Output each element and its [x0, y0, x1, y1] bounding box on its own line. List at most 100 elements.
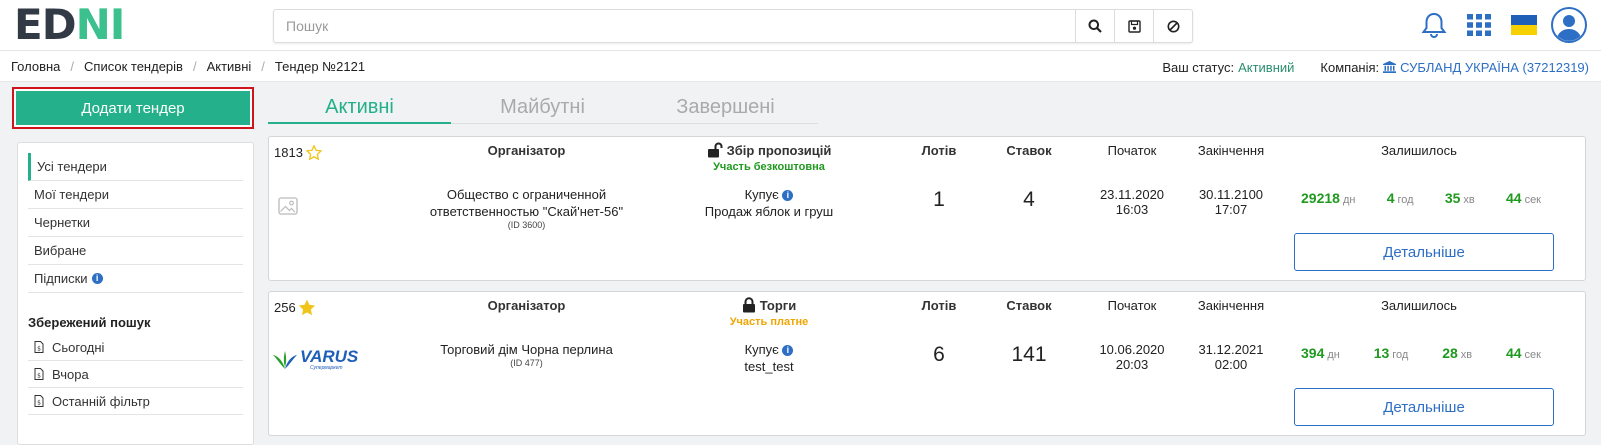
- countdown-hours-unit: год: [1392, 349, 1409, 361]
- add-tender-button[interactable]: Додати тендер: [16, 91, 250, 125]
- brand-name: VARUS: [300, 347, 359, 366]
- organizer-name-line1: Общество с ограниченной: [446, 187, 607, 202]
- varus-logo: VARUS Супермаркет: [273, 347, 365, 373]
- save-search-button[interactable]: [1114, 10, 1153, 42]
- stage-label: Торги: [759, 297, 797, 313]
- sidebar-item-subscriptions[interactable]: Підписки i: [28, 265, 243, 293]
- tab-completed[interactable]: Завершені: [634, 94, 817, 124]
- clear-search-button[interactable]: [1153, 10, 1192, 42]
- organizer-id: (ID 477): [510, 358, 543, 368]
- tab-upcoming[interactable]: Майбутні: [451, 94, 634, 124]
- role-label: Купує: [744, 342, 779, 357]
- sidebar: Усі тендери Мої тендери Чернетки Вибране…: [17, 142, 254, 445]
- sidebar-item-label: Підписки: [34, 270, 88, 286]
- image-placeholder-icon: [278, 197, 298, 215]
- logo-text-ed: ED: [14, 0, 77, 49]
- saved-search-yesterday[interactable]: $ Вчора: [28, 361, 243, 388]
- sidebar-item-label: Усі тендери: [37, 158, 107, 174]
- notifications-button[interactable]: [1411, 6, 1456, 44]
- profile-button[interactable]: [1546, 6, 1591, 44]
- breadcrumb-home[interactable]: Головна: [11, 59, 60, 74]
- subject-block: Купує i test_test: [684, 341, 854, 375]
- tab-active[interactable]: Активні: [268, 94, 451, 124]
- info-icon[interactable]: i: [782, 345, 794, 357]
- organizer-image-placeholder: [278, 197, 298, 218]
- breadcrumb: Головна / Список тендерів / Активні / Те…: [0, 59, 365, 74]
- status-value: Активний: [1238, 59, 1295, 75]
- star-filled-icon[interactable]: [298, 300, 315, 315]
- search-bar: [273, 9, 1193, 43]
- countdown: 29218 дн 4 год 35 хв 44 сек: [1301, 190, 1541, 206]
- saved-search-heading: Збережений пошук: [28, 315, 151, 330]
- organizer-header: Організатор: [487, 143, 566, 158]
- document-icon: $: [34, 395, 44, 407]
- organizer-id: (ID 3600): [507, 220, 546, 230]
- saved-search-label: Сьогодні: [52, 339, 105, 355]
- document-icon: $: [34, 368, 44, 380]
- stage-block: Збір пропозицій Участь безкоштовна: [684, 142, 854, 173]
- breadcrumb-active[interactable]: Активні: [207, 59, 252, 74]
- countdown-minutes-unit: хв: [1460, 349, 1473, 361]
- language-button[interactable]: [1501, 6, 1546, 44]
- countdown-seconds: 44: [1505, 190, 1522, 206]
- start-header: Початок: [1107, 143, 1157, 158]
- document-icon: $: [34, 341, 44, 353]
- saved-search-today[interactable]: $ Сьогодні: [28, 334, 243, 361]
- countdown-minutes-unit: хв: [1463, 194, 1475, 206]
- tender-id-block: 1813: [274, 144, 322, 161]
- organizer-block: Торговий дім Чорна перлина (ID 477): [419, 341, 634, 368]
- lots-header: Лотів: [921, 143, 957, 158]
- organizer-name-line2: ответственностью "Скай'нет-56": [429, 204, 624, 219]
- sidebar-item-label: Чернетки: [34, 214, 91, 230]
- search-button[interactable]: [1075, 10, 1114, 42]
- status-label: Ваш статус:: [1162, 59, 1235, 75]
- countdown-seconds-unit: сек: [1524, 349, 1541, 361]
- details-button[interactable]: Детальніше: [1294, 233, 1554, 271]
- breadcrumb-separator: /: [192, 58, 197, 74]
- details-button[interactable]: Детальніше: [1294, 388, 1554, 426]
- edin-logo[interactable]: ED N I: [14, 0, 125, 49]
- breadcrumb-current: Тендер №2121: [274, 58, 366, 74]
- tender-subject: Продаж яблок и груш: [704, 204, 834, 219]
- bids-header: Ставок: [1006, 143, 1052, 158]
- countdown-minutes: 28: [1442, 345, 1458, 361]
- end-date: 30.11.2100 17:07: [1198, 187, 1264, 217]
- bank-icon: [1383, 61, 1397, 73]
- save-icon: [1127, 19, 1141, 33]
- saved-search-label: Вчора: [52, 366, 89, 382]
- bids-count: 141: [1011, 343, 1047, 366]
- ukraine-flag-icon: [1510, 15, 1537, 35]
- breadcrumb-tender-list[interactable]: Список тендерів: [84, 59, 183, 74]
- saved-search-last-filter[interactable]: $ Останній фільтр: [28, 388, 243, 415]
- tender-id: 256: [274, 300, 296, 315]
- sidebar-item-drafts[interactable]: Чернетки: [28, 209, 243, 237]
- svg-text:$: $: [37, 373, 41, 380]
- lots-count: 1: [933, 188, 945, 211]
- tender-card: 256 VARUS Супермаркет Організатор Торгов…: [268, 291, 1586, 436]
- sidebar-item-favorites[interactable]: Вибране: [28, 237, 243, 265]
- logo-text-n: N: [75, 0, 111, 49]
- lock-icon: [742, 297, 755, 313]
- tender-id-block: 256: [274, 299, 315, 316]
- search-input[interactable]: [274, 10, 1075, 42]
- countdown-days: 394: [1301, 345, 1325, 361]
- bids-count: 4: [1023, 188, 1035, 211]
- apps-button[interactable]: [1456, 6, 1501, 44]
- sidebar-item-all-tenders[interactable]: Усі тендери: [28, 153, 243, 181]
- company-link[interactable]: СУБЛАНД УКРАЇНА (37212319): [1400, 60, 1589, 75]
- top-bar: ED N I: [0, 0, 1601, 50]
- lots-count: 6: [933, 343, 945, 366]
- tender-card: 1813 Організатор Общество с ограниченной…: [268, 136, 1586, 281]
- info-icon[interactable]: i: [782, 190, 794, 202]
- star-outline-icon[interactable]: [305, 145, 322, 160]
- brand-subtitle: Супермаркет: [310, 365, 343, 371]
- remaining-header: Залишилось: [1381, 298, 1457, 313]
- participation-label: Участь безкоштовна: [713, 161, 825, 173]
- user-status: Ваш статус: Активний Компанія: СУБЛАНД У…: [1162, 51, 1589, 83]
- user-avatar-icon: [1550, 7, 1587, 43]
- start-date: 10.06.2020 20:03: [1099, 342, 1165, 372]
- sidebar-item-my-tenders[interactable]: Мої тендери: [28, 181, 243, 209]
- info-icon[interactable]: i: [91, 273, 103, 284]
- top-icons: [1411, 6, 1591, 44]
- company-label: Компанія:: [1320, 59, 1380, 75]
